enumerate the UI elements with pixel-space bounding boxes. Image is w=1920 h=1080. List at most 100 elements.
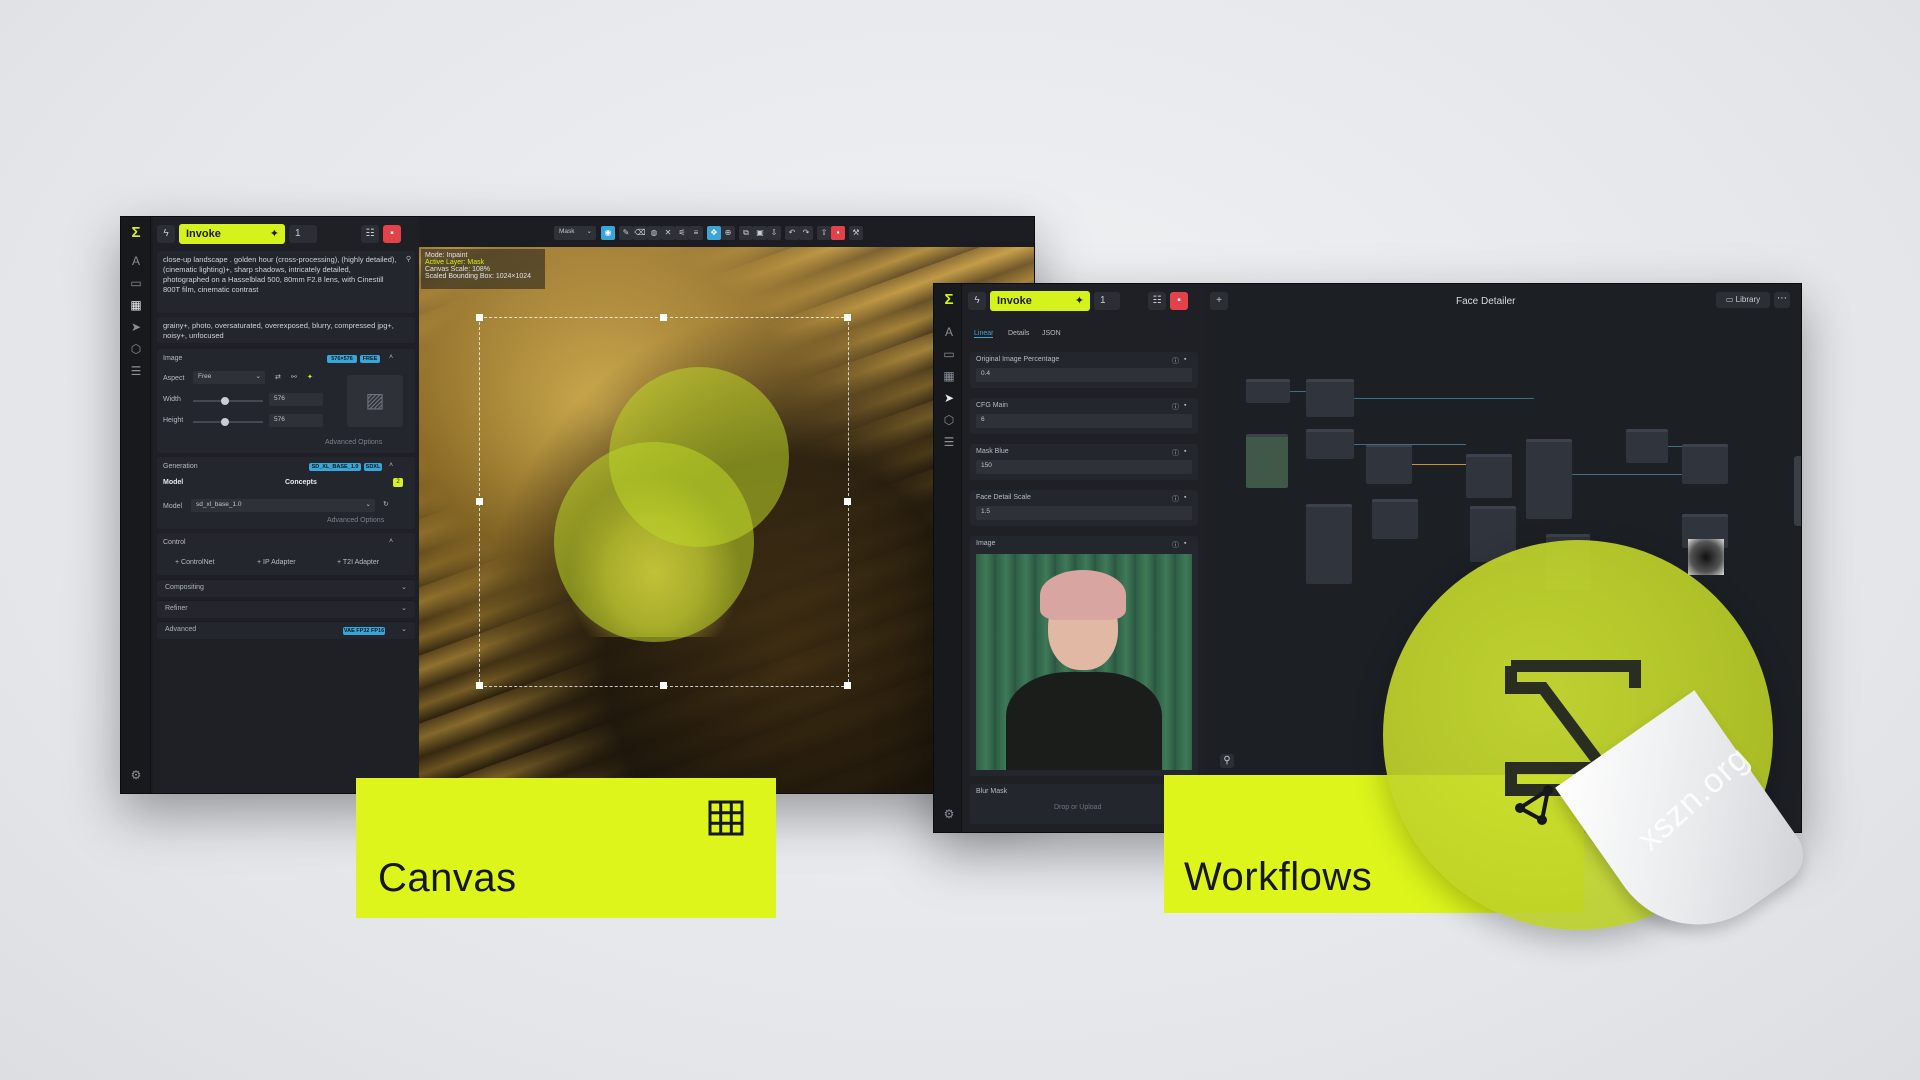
text-tab-icon[interactable]: A bbox=[128, 253, 144, 269]
invoke-button[interactable]: Invoke ✦ bbox=[179, 224, 285, 244]
portrait-image[interactable] bbox=[976, 554, 1192, 770]
info-icon[interactable]: ⓘ bbox=[1172, 356, 1179, 366]
workflow-node-image[interactable] bbox=[1246, 434, 1288, 488]
remove-field-trash-icon[interactable]: ▪ bbox=[1184, 448, 1186, 455]
lock-ratio-icon[interactable]: ⚯ bbox=[291, 373, 297, 381]
queue-list-icon[interactable]: ☷ bbox=[1148, 292, 1166, 310]
prompt-link-icon[interactable]: ⚲ bbox=[406, 255, 411, 263]
mask-toggle-icon[interactable]: ◉ bbox=[601, 226, 615, 240]
workflow-node[interactable] bbox=[1466, 454, 1512, 498]
models-tab-icon[interactable]: ⬡ bbox=[941, 412, 957, 428]
refresh-models-icon[interactable]: ↻ bbox=[383, 500, 389, 508]
eraser-icon[interactable]: ⌫ bbox=[633, 226, 647, 240]
merge-layers-icon[interactable]: ⧉ bbox=[739, 226, 753, 240]
color-picker-icon[interactable]: ⚟ bbox=[675, 226, 689, 240]
queue-tab-icon[interactable]: ☰ bbox=[941, 434, 957, 450]
workflow-node[interactable] bbox=[1306, 379, 1354, 417]
collapse-chevron-icon[interactable]: ˄ bbox=[389, 538, 393, 545]
positive-prompt-input[interactable]: close-up landscape . golden hour (cross-… bbox=[157, 251, 415, 313]
panel-resize-handle[interactable] bbox=[1794, 456, 1801, 526]
undo-icon[interactable]: ↶ bbox=[785, 226, 799, 240]
quick-invoke-icon[interactable]: ϟ bbox=[968, 292, 986, 310]
move-tool-icon[interactable]: ✥ bbox=[707, 226, 721, 240]
drop-upload-zone[interactable]: Drop or Upload bbox=[1054, 804, 1101, 811]
info-icon[interactable]: ⓘ bbox=[1172, 494, 1179, 504]
remove-field-trash-icon[interactable]: ▪ bbox=[1184, 494, 1186, 501]
tab-concepts[interactable]: Concepts bbox=[285, 479, 317, 486]
workflow-node[interactable] bbox=[1626, 429, 1668, 463]
workflow-node[interactable] bbox=[1306, 429, 1354, 459]
collapse-chevron-icon[interactable]: ˄ bbox=[389, 354, 393, 361]
tab-linear[interactable]: Linear bbox=[974, 330, 994, 338]
text-tab-icon[interactable]: A bbox=[941, 324, 957, 340]
field-number-input[interactable]: 1.5 bbox=[976, 506, 1192, 520]
tab-model[interactable]: Model bbox=[163, 479, 183, 486]
negative-prompt-input[interactable]: grainy+, photo, oversaturated, overexpos… bbox=[157, 317, 415, 343]
optimal-size-sparkle-icon[interactable]: ✦ bbox=[307, 373, 313, 381]
library-button[interactable]: ▭ Library bbox=[1716, 292, 1770, 308]
image-tab-icon[interactable]: ▭ bbox=[941, 346, 957, 362]
canvas-settings-wrench-icon[interactable]: ⚒ bbox=[849, 226, 863, 240]
add-controlnet-button[interactable]: + ControlNet bbox=[175, 559, 215, 566]
settings-gear-icon[interactable]: ⚙ bbox=[941, 806, 957, 822]
workflow-node[interactable] bbox=[1526, 439, 1572, 519]
remove-field-trash-icon[interactable]: ▪ bbox=[1184, 540, 1186, 547]
height-slider-handle[interactable] bbox=[221, 418, 229, 426]
image-advanced-options-link[interactable]: Advanced Options bbox=[325, 439, 382, 446]
tab-json[interactable]: JSON bbox=[1042, 330, 1061, 337]
height-number-input[interactable]: 576 bbox=[269, 414, 323, 427]
workflow-node[interactable] bbox=[1682, 444, 1728, 484]
width-number-input[interactable]: 576 bbox=[269, 393, 323, 406]
workflow-tab-icon[interactable]: ➤ bbox=[941, 390, 957, 406]
canvas-tab-icon[interactable]: ▦ bbox=[128, 297, 144, 313]
brush-icon[interactable]: ✎ bbox=[619, 226, 633, 240]
clear-canvas-trash-icon[interactable]: ▪ bbox=[831, 226, 845, 240]
workflow-node[interactable] bbox=[1306, 504, 1352, 584]
bbox-handle[interactable] bbox=[476, 314, 483, 321]
add-ip-adapter-button[interactable]: + IP Adapter bbox=[257, 559, 296, 566]
refiner-section[interactable]: Refiner ⌄ bbox=[157, 600, 415, 618]
queue-count-stepper[interactable]: 1 bbox=[1094, 292, 1120, 310]
aspect-select[interactable]: Free ⌄ bbox=[193, 371, 265, 384]
brush-options-icon[interactable]: ≡ bbox=[689, 226, 703, 240]
image-tab-icon[interactable]: ▭ bbox=[128, 275, 144, 291]
layer-mode-select[interactable]: Mask ⌄ bbox=[554, 226, 596, 240]
more-options-icon[interactable]: ⋯ bbox=[1774, 292, 1790, 308]
bbox-handle[interactable] bbox=[660, 314, 667, 321]
save-to-gallery-icon[interactable]: ▣ bbox=[753, 226, 767, 240]
bbox-handle[interactable] bbox=[844, 498, 851, 505]
field-number-input[interactable]: 6 bbox=[976, 414, 1192, 428]
redo-icon[interactable]: ↷ bbox=[799, 226, 813, 240]
swap-dimensions-icon[interactable]: ⇄ bbox=[275, 373, 281, 381]
tab-details[interactable]: Details bbox=[1008, 330, 1029, 337]
clear-queue-trash-icon[interactable]: ▪ bbox=[1170, 292, 1188, 310]
info-icon[interactable]: ⓘ bbox=[1172, 402, 1179, 412]
quick-invoke-icon[interactable]: ϟ bbox=[157, 225, 175, 243]
bbox-handle[interactable] bbox=[476, 682, 483, 689]
advanced-section[interactable]: Advanced VAE FP32 FP16 ⌄ bbox=[157, 621, 415, 639]
info-icon[interactable]: ⓘ bbox=[1172, 540, 1179, 550]
bounding-box[interactable] bbox=[476, 314, 851, 689]
models-tab-icon[interactable]: ⬡ bbox=[128, 341, 144, 357]
workflow-tab-icon[interactable]: ➤ bbox=[128, 319, 144, 335]
download-icon[interactable]: ⇩ bbox=[767, 226, 781, 240]
bbox-handle[interactable] bbox=[844, 314, 851, 321]
workflow-node[interactable] bbox=[1372, 499, 1418, 539]
invoke-button[interactable]: Invoke ✦ bbox=[990, 291, 1090, 311]
queue-list-icon[interactable]: ☷ bbox=[361, 225, 379, 243]
clear-queue-trash-icon[interactable]: ▪ bbox=[383, 225, 401, 243]
clear-icon[interactable]: ✕ bbox=[661, 226, 675, 240]
queue-count-stepper[interactable]: 1 bbox=[289, 225, 317, 243]
bbox-handle[interactable] bbox=[660, 682, 667, 689]
field-number-input[interactable]: 150 bbox=[976, 460, 1192, 474]
remove-field-trash-icon[interactable]: ▪ bbox=[1184, 402, 1186, 409]
add-t2i-adapter-button[interactable]: + T2I Adapter bbox=[337, 559, 379, 566]
canvas-tab-icon[interactable]: ▦ bbox=[941, 368, 957, 384]
queue-tab-icon[interactable]: ☰ bbox=[128, 363, 144, 379]
fill-icon[interactable]: ◍ bbox=[647, 226, 661, 240]
workflow-node[interactable] bbox=[1366, 444, 1412, 484]
bbox-handle[interactable] bbox=[476, 498, 483, 505]
model-select[interactable]: sd_xl_base_1.0 ⌄ bbox=[191, 499, 375, 512]
add-node-plus-icon[interactable]: + bbox=[1210, 292, 1228, 310]
upload-icon[interactable]: ⇧ bbox=[817, 226, 831, 240]
